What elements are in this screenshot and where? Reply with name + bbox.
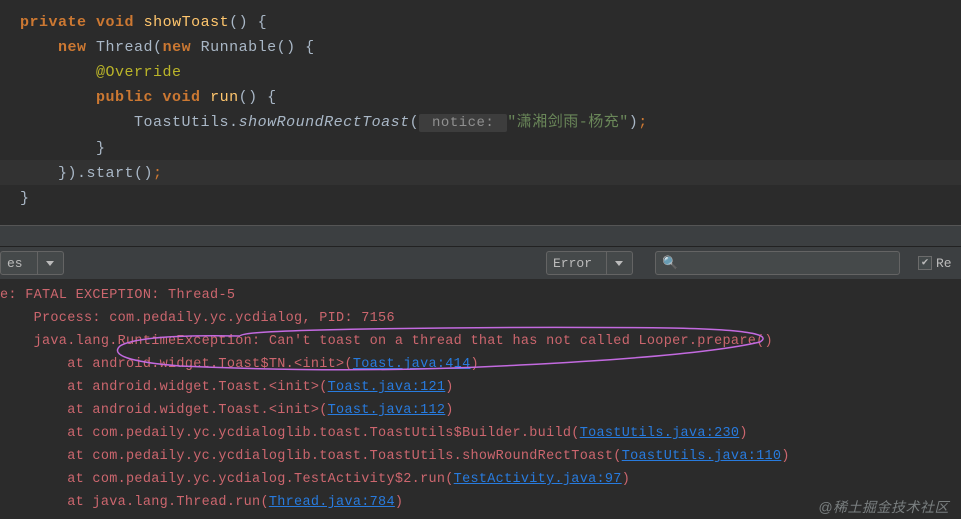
code-line: public void run() {	[20, 85, 961, 110]
log-line: e: FATAL EXCEPTION: Thread-5	[0, 284, 961, 307]
code-line: new Thread(new Runnable() {	[20, 35, 961, 60]
source-link[interactable]: Toast.java:112	[328, 403, 446, 418]
log-line: at com.pedaily.yc.ycdialoglib.toast.Toas…	[0, 445, 961, 468]
logcat-output[interactable]: e: FATAL EXCEPTION: Thread-5 Process: co…	[0, 280, 961, 514]
dropdown-arrow-icon[interactable]	[606, 252, 628, 274]
code-line: private void showToast() {	[20, 10, 961, 35]
code-editor[interactable]: private void showToast() { new Thread(ne…	[0, 0, 961, 225]
log-line: at com.pedaily.yc.ycdialoglib.toast.Toas…	[0, 422, 961, 445]
source-link[interactable]: Toast.java:121	[328, 380, 446, 395]
code-line: ToastUtils.showRoundRectToast( notice: "…	[20, 110, 961, 136]
process-dropdown[interactable]: es	[0, 251, 64, 275]
code-line: }	[20, 136, 961, 161]
search-input[interactable]: 🔍	[655, 251, 900, 275]
source-link[interactable]: ToastUtils.java:230	[580, 426, 740, 441]
search-icon: 🔍	[662, 256, 678, 271]
panel-separator	[0, 225, 961, 247]
code-line: }	[20, 186, 961, 211]
log-line: at com.pedaily.yc.ycdialog.TestActivity$…	[0, 468, 961, 491]
param-hint: notice:	[419, 114, 507, 132]
log-line: at android.widget.Toast$TN.<init>(Toast.…	[0, 353, 961, 376]
code-line: }).start();	[20, 161, 961, 186]
dropdown-arrow-icon[interactable]	[37, 252, 59, 274]
logcat-toolbar: es Error 🔍 ✔ Re	[0, 247, 961, 280]
log-line: at android.widget.Toast.<init>(Toast.jav…	[0, 376, 961, 399]
log-line: at android.widget.Toast.<init>(Toast.jav…	[0, 399, 961, 422]
log-line: Process: com.pedaily.yc.ycdialog, PID: 7…	[0, 307, 961, 330]
checkbox-icon: ✔	[918, 256, 932, 270]
source-link[interactable]: ToastUtils.java:110	[622, 449, 782, 464]
source-link[interactable]: Thread.java:784	[269, 495, 395, 510]
watermark: @稀土掘金技术社区	[818, 497, 949, 517]
source-link[interactable]: Toast.java:414	[353, 357, 471, 372]
checkbox-label: Re	[936, 256, 952, 271]
log-line: at java.lang.Thread.run(Thread.java:784)	[0, 491, 961, 514]
log-line: java.lang.RuntimeException: Can't toast …	[0, 330, 961, 353]
regex-checkbox[interactable]: ✔ Re	[918, 256, 952, 271]
code-line: @Override	[20, 60, 961, 85]
source-link[interactable]: TestActivity.java:97	[454, 472, 622, 487]
level-dropdown[interactable]: Error	[546, 251, 633, 275]
